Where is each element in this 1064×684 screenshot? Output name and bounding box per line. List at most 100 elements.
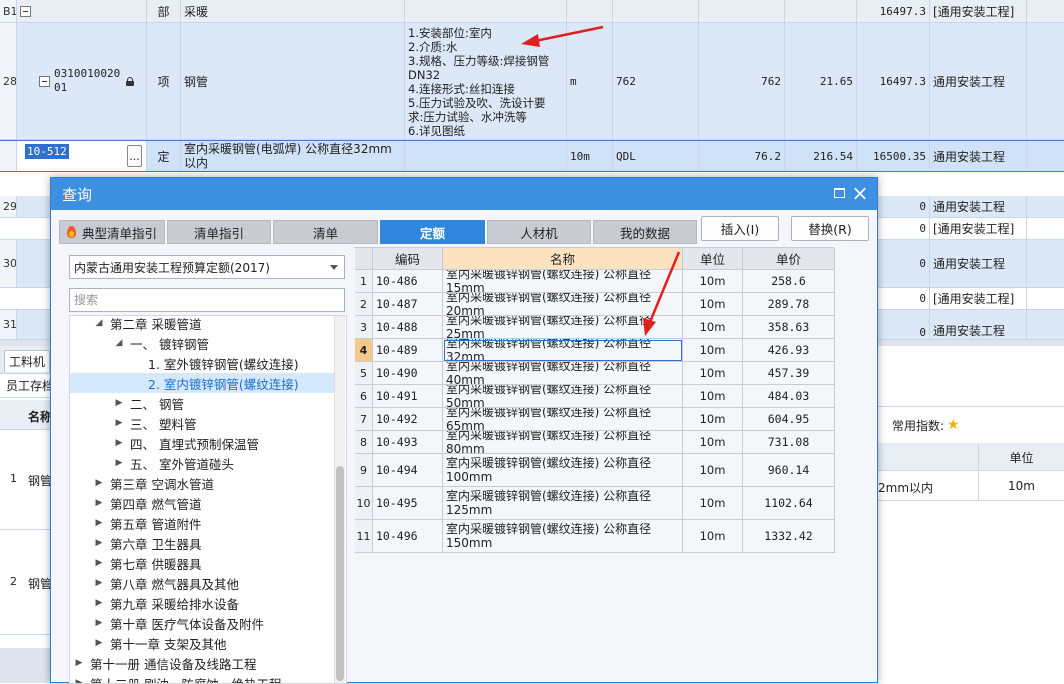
row-quantity: 76.2 (699, 141, 785, 171)
tree-node[interactable]: ▶ 第八章 燃气器具及其他 (70, 573, 334, 593)
tree-node[interactable]: ▶第六章 卫生器具 (70, 533, 334, 553)
collapsed-arrow-icon[interactable]: ▶ (94, 618, 104, 628)
unit-column-header[interactable]: 单位 (683, 248, 743, 270)
close-icon[interactable]: × (851, 182, 869, 204)
table-row[interactable]: 510-490室内采暖镀锌钢管(螺纹连接) 公称直径40mm10m457.39 (355, 362, 835, 385)
scrollbar-thumb[interactable] (336, 466, 344, 681)
search-input[interactable] (69, 288, 345, 312)
tree-node[interactable]: ▶第九章 采暖给排水设备 (70, 593, 334, 613)
desc-line: 4.连接形式:丝扣连接 (408, 82, 515, 96)
collapse-icon[interactable] (20, 6, 31, 17)
grid-row-b1[interactable]: B1 部 采暖 16497.3 [通用安装工程] (0, 0, 1064, 23)
collapsed-arrow-icon[interactable]: ▶ (94, 498, 104, 508)
collapsed-arrow-icon[interactable]: ▶ (94, 538, 104, 548)
tree-node[interactable]: ▶第十一册 通信设备及线路工程 (70, 653, 334, 673)
quota-code: 10-487 (373, 293, 443, 316)
tree-node[interactable]: 1. 室外镀锌钢管(螺纹连接) (70, 353, 334, 373)
tree-node[interactable]: 2. 室内镀锌钢管(螺纹连接) (70, 373, 334, 393)
desc-line: 3.规格、压力等级:焊接钢管 (408, 54, 549, 68)
tree-node[interactable]: ▶五、 室外管道碰头 (70, 453, 334, 473)
row-unit: m (567, 23, 613, 139)
tree-node[interactable]: ▶三、 塑料管 (70, 413, 334, 433)
row-index: 9 (355, 454, 373, 487)
table-row[interactable]: 610-491室内采暖镀锌钢管(螺纹连接) 公称直径50mm10m484.03 (355, 385, 835, 408)
browse-button[interactable]: ... (127, 145, 142, 167)
tree-node[interactable]: ▶第五章 管道附件 (70, 513, 334, 533)
tree-node[interactable]: ▶四、 直埋式预制保温管 (70, 433, 334, 453)
dialog-titlebar[interactable]: 查询 × (51, 178, 877, 210)
quota-price: 960.14 (743, 454, 835, 487)
table-row[interactable]: 210-487室内采暖镀锌钢管(螺纹连接) 公称直径20mm10m289.78 (355, 293, 835, 316)
collapsed-arrow-icon[interactable]: ▶ (74, 658, 84, 668)
tree-node[interactable]: ▶ 第三章 空调水管道 (70, 473, 334, 493)
quota-price: 1332.42 (743, 520, 835, 553)
price-column-header[interactable]: 单价 (743, 248, 835, 270)
tab-quota[interactable]: 定额 (380, 220, 485, 244)
expanded-arrow-icon[interactable]: ◢ (94, 318, 104, 328)
tab-materials[interactable]: 工料机 (4, 350, 50, 372)
tab-labor-material-machine[interactable]: 人材机 (487, 220, 591, 244)
tree-node-label: 第七章 供暖器具 (110, 554, 201, 573)
collapsed-arrow-icon[interactable]: ▶ (114, 458, 124, 468)
grid-row-28[interactable]: 28 0310010020 01 项 钢管 1.安装部位:室内 2.介质:水 3… (0, 23, 1064, 140)
table-row[interactable]: 810-493室内采暖镀锌钢管(螺纹连接) 公称直径80mm10m731.08 (355, 431, 835, 454)
collapsed-arrow-icon[interactable]: ▶ (114, 418, 124, 428)
collapsed-arrow-icon[interactable]: ▶ (94, 578, 104, 588)
code-column-header[interactable]: 编码 (373, 248, 443, 270)
quota-price: 358.63 (743, 316, 835, 339)
tree-node[interactable]: ◢一、 镀锌钢管 (70, 333, 334, 353)
collapsed-arrow-icon[interactable]: ▶ (94, 598, 104, 608)
tree-node[interactable]: ▶第十章 医疗气体设备及附件 (70, 613, 334, 633)
desc-line: DN32 (408, 68, 440, 82)
index-row[interactable]: 2mm以内 10m (878, 471, 1064, 501)
collapsed-arrow-icon[interactable]: ▶ (94, 558, 104, 568)
table-row[interactable]: 710-492室内采暖镀锌钢管(螺纹连接) 公称直径65mm10m604.95 (355, 408, 835, 431)
expanded-arrow-icon[interactable]: ◢ (114, 338, 124, 348)
row-category: [通用安装工程] (930, 0, 1027, 22)
insert-button[interactable]: 插入(I) (701, 216, 779, 241)
tree-node-label: 第十二册 刷油、防腐蚀、绝热工程 (90, 674, 281, 684)
grid-row-selected[interactable]: 10-512 ... 定 室内采暖钢管(电弧焊) 公称直径32mm以内 10m … (0, 140, 1064, 172)
collapsed-arrow-icon[interactable]: ▶ (94, 518, 104, 528)
tree-node-label: 第四章 燃气管道 (110, 494, 201, 513)
tree-node[interactable]: ▶第十一章 支架及其他 (70, 633, 334, 653)
table-row[interactable]: 1010-495室内采暖镀锌钢管(螺纹连接) 公称直径125mm10m1102.… (355, 487, 835, 520)
tree-node-label: 第三章 空调水管道 (110, 474, 214, 493)
table-row[interactable]: 110-486室内采暖镀锌钢管(螺纹连接) 公称直径15mm10m258.6 (355, 270, 835, 293)
collapse-icon[interactable] (39, 76, 50, 87)
quota-name: 室内采暖镀锌钢管(螺纹连接) 公称直径65mm (443, 408, 683, 431)
table-row[interactable]: 910-494室内采暖镀锌钢管(螺纹连接) 公称直径100mm10m960.14 (355, 454, 835, 487)
tab-my-data[interactable]: 我的数据 (593, 220, 697, 244)
grid-header-row: 编码 名称 单位 单价 (355, 248, 835, 270)
tree-node[interactable]: ▶ 第十二册 刷油、防腐蚀、绝热工程 (70, 673, 334, 684)
code-input[interactable]: 10-512 (25, 144, 69, 159)
tab-typical-list-guide[interactable]: 典型清单指引 (59, 220, 165, 244)
replace-button[interactable]: 替换(R) (791, 216, 869, 241)
collapse-toggle[interactable] (17, 0, 147, 22)
table-row[interactable]: 310-488室内采暖镀锌钢管(螺纹连接) 公称直径25mm10m358.63 (355, 316, 835, 339)
collapsed-arrow-icon[interactable]: ▶ (114, 438, 124, 448)
tab-list[interactable]: 清单 (273, 220, 378, 244)
collapsed-arrow-icon[interactable]: ▶ (94, 478, 104, 488)
maximize-icon[interactable] (834, 188, 845, 198)
quota-library-select[interactable]: 内蒙古通用安装工程预算定额(2017) (69, 255, 345, 279)
tree-scrollbar[interactable] (334, 316, 345, 684)
tab-list-guide[interactable]: 清单指引 (167, 220, 271, 244)
collapsed-arrow-icon[interactable]: ▶ (74, 678, 84, 684)
chevron-down-icon[interactable] (330, 265, 338, 270)
row-code[interactable]: 0310010020 01 (17, 23, 147, 139)
code-edit-cell[interactable]: 10-512 ... (17, 141, 147, 171)
tree-node[interactable]: ▶二、 钢管 (70, 393, 334, 413)
tree-node[interactable]: ▶ 第四章 燃气管道 (70, 493, 334, 513)
tree-node-label: 第八章 燃气器具及其他 (110, 574, 239, 593)
name-column-header[interactable]: 名称 (443, 248, 683, 270)
table-row[interactable]: 1110-496室内采暖镀锌钢管(螺纹连接) 公称直径150mm10m1332.… (355, 520, 835, 553)
star-icon[interactable]: ★ (947, 417, 960, 433)
tree-node[interactable]: ▶ 第七章 供暖器具 (70, 553, 334, 573)
collapsed-arrow-icon[interactable]: ▶ (94, 638, 104, 648)
row-expression: 762 (613, 23, 699, 139)
table-row[interactable]: 410-489室内采暖镀锌钢管(螺纹连接) 公称直径32mm10m426.93 (355, 339, 835, 362)
row-category: 通用安装工程 (930, 23, 1027, 139)
collapsed-arrow-icon[interactable]: ▶ (114, 398, 124, 408)
tree-node[interactable]: ◢第二章 采暖管道 (70, 315, 334, 333)
